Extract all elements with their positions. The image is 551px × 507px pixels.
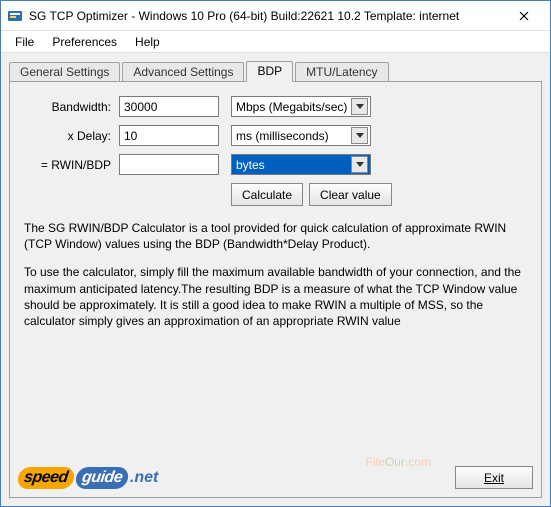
row-delay: x Delay: ms (milliseconds) [24,125,527,146]
menu-preferences[interactable]: Preferences [44,33,125,51]
description-2: To use the calculator, simply fill the m… [24,264,524,329]
window-title: SG TCP Optimizer - Windows 10 Pro (64-bi… [29,9,504,23]
row-rwin: = RWIN/BDP bytes [24,154,527,175]
calculate-button[interactable]: Calculate [231,183,303,206]
delay-input[interactable] [119,125,219,146]
logo-guide: guide [74,467,129,489]
delay-unit-text: ms (milliseconds) [236,129,351,143]
chevron-down-icon [351,127,368,144]
menubar: File Preferences Help [1,31,550,53]
rwin-input[interactable] [119,154,219,175]
titlebar: SG TCP Optimizer - Windows 10 Pro (64-bi… [1,1,550,31]
exit-button[interactable]: Exit [455,466,533,489]
menu-help[interactable]: Help [127,33,168,51]
tab-strip: General Settings Advanced Settings BDP M… [9,59,542,81]
chevron-down-icon [351,98,368,115]
rwin-unit-text: bytes [236,158,351,172]
app-window: SG TCP Optimizer - Windows 10 Pro (64-bi… [0,0,551,507]
delay-unit-combo[interactable]: ms (milliseconds) [231,125,371,146]
footer: speedguide.net Exit [18,466,533,489]
row-bandwidth: Bandwidth: Mbps (Megabits/sec) [24,96,527,117]
speedguide-logo: speedguide.net [18,467,158,489]
logo-speed: speed [16,467,75,489]
client-area: General Settings Advanced Settings BDP M… [1,53,550,506]
bandwidth-label: Bandwidth: [24,100,119,114]
close-icon [519,11,529,21]
chevron-down-icon [351,156,368,173]
tab-general[interactable]: General Settings [9,62,120,82]
tab-page-bdp: Bandwidth: Mbps (Megabits/sec) x Delay: … [9,81,542,498]
rwin-unit-combo[interactable]: bytes [231,154,371,175]
tab-bdp[interactable]: BDP [246,61,293,82]
close-button[interactable] [504,2,544,30]
clear-button[interactable]: Clear value [309,183,392,206]
exit-area: Exit [455,466,533,489]
rwin-label: = RWIN/BDP [24,158,119,172]
button-row: Calculate Clear value [231,183,527,206]
delay-label: x Delay: [24,129,119,143]
bandwidth-input[interactable] [119,96,219,117]
exit-button-label: Exit [484,471,504,485]
logo-net: .net [130,469,158,487]
bandwidth-unit-text: Mbps (Megabits/sec) [236,100,351,114]
description-1: The SG RWIN/BDP Calculator is a tool pro… [24,220,524,252]
app-icon [7,8,23,24]
menu-file[interactable]: File [7,33,42,51]
tab-mtu[interactable]: MTU/Latency [295,62,388,82]
tab-advanced[interactable]: Advanced Settings [122,62,244,82]
bandwidth-unit-combo[interactable]: Mbps (Megabits/sec) [231,96,371,117]
